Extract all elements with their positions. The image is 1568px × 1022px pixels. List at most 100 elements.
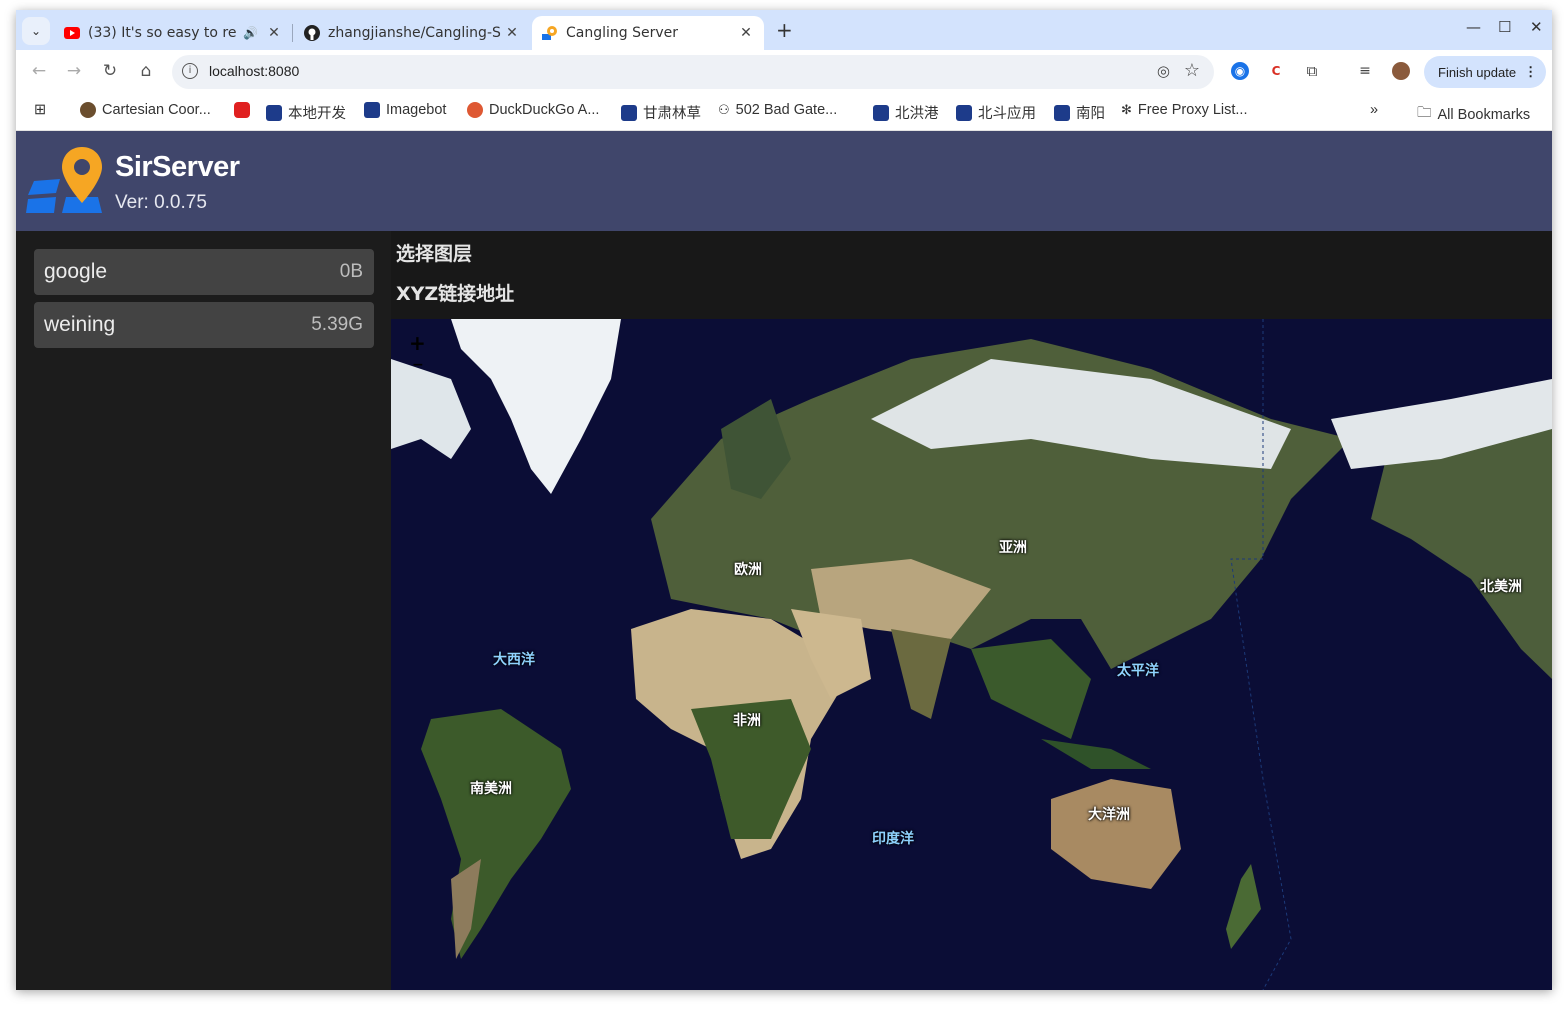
minimize-icon[interactable]: — — [1466, 18, 1481, 36]
bookmark-star-icon[interactable]: ☆ — [1184, 60, 1200, 81]
bookmark-label: 502 Bad Gate... — [735, 102, 838, 118]
bookmark-favicon — [621, 104, 637, 121]
bookmark-label: Cartesian Coor... — [102, 102, 211, 118]
layer-sidebar: google 0B weining 5.39G — [16, 231, 391, 990]
bookmark-item[interactable]: 北洪港 — [873, 102, 939, 123]
more-vert-icon: ⋮ — [1524, 64, 1538, 79]
app-root: SirServer Ver: 0.0.75 google 0B weining … — [16, 131, 1552, 990]
tab-cangling-server[interactable]: Cangling Server ✕ — [532, 16, 764, 50]
site-info-icon[interactable]: i — [182, 63, 198, 79]
map-label-south-america: 南美洲 — [470, 781, 512, 797]
leaf-icon: ✻ — [1121, 102, 1132, 117]
cangling-icon — [542, 26, 557, 40]
bookmark-label: 本地开发 — [288, 106, 346, 122]
world-map-graphic — [391, 319, 1552, 990]
extension-icon[interactable]: ◉ — [1231, 62, 1249, 80]
avatar[interactable] — [1392, 62, 1410, 80]
eye-off-icon[interactable]: ◎ — [1157, 62, 1170, 80]
address-bar[interactable]: i localhost:8080 ◎ ☆ — [172, 55, 1214, 89]
maximize-icon[interactable]: ☐ — [1498, 18, 1511, 36]
layer-item-google[interactable]: google 0B — [34, 249, 374, 295]
bookmark-favicon — [956, 104, 972, 121]
bookmark-label: DuckDuckGo A... — [489, 102, 600, 118]
app-title: SirServer — [115, 151, 240, 183]
select-layer-heading: 选择图层 — [396, 243, 473, 265]
bookmark-label: 北斗应用 — [978, 106, 1036, 122]
more-bookmarks-button[interactable]: » — [1370, 102, 1378, 118]
puzzle-icon[interactable]: ⧉ — [1303, 62, 1321, 80]
finish-update-button[interactable]: Finish update ⋮ — [1424, 56, 1546, 88]
bookmark-item[interactable]: ⚇ 502 Bad Gate... — [718, 102, 837, 118]
chevron-down-icon: ⌄ — [30, 24, 42, 38]
bookmarks-bar: ⊞ Cartesian Coor... 本地开发 Imagebot DuckDu… — [16, 94, 1552, 131]
bookmark-label: 甘肃林草 — [643, 106, 701, 122]
zoom-out-button[interactable]: − — [412, 357, 424, 373]
tab-github[interactable]: zhangjianshe/Cangling-S ✕ — [294, 16, 530, 50]
bookmark-favicon — [364, 102, 380, 118]
browser-window: ⌄ (33) It's so easy to rec 🔊 ✕ zhangjian… — [16, 10, 1552, 990]
chevron-double-right-icon: » — [1370, 102, 1379, 118]
url-text[interactable]: localhost:8080 — [209, 63, 299, 79]
media-queue-icon[interactable]: ≡ — [1356, 62, 1374, 80]
bookmark-item[interactable]: Imagebot — [364, 102, 446, 118]
zoom-in-button[interactable]: + — [409, 331, 426, 355]
home-icon[interactable]: ⌂ — [135, 61, 157, 81]
youtube-icon — [234, 102, 250, 118]
nodes-icon: ⚇ — [718, 102, 730, 117]
map-label-africa: 非洲 — [733, 713, 761, 729]
layer-item-weining[interactable]: weining 5.39G — [34, 302, 374, 348]
tab-title: (33) It's so easy to rec — [88, 25, 238, 41]
bookmark-label: 南阳 — [1076, 106, 1105, 122]
tab-search-button[interactable]: ⌄ — [22, 17, 50, 45]
logo-map-pin-icon — [26, 147, 102, 213]
bookmark-item[interactable]: Cartesian Coor... — [80, 102, 211, 118]
map-label-asia: 亚洲 — [999, 540, 1027, 556]
back-icon[interactable]: ← — [28, 61, 50, 81]
close-tab-icon[interactable]: ✕ — [736, 25, 756, 41]
browser-toolbar: ← → ↻ ⌂ i localhost:8080 ◎ ☆ ◉ C ⧉ ≡ Fin… — [16, 50, 1552, 94]
close-tab-icon[interactable]: ✕ — [502, 25, 522, 41]
finish-update-label: Finish update — [1438, 64, 1517, 80]
bookmark-item[interactable]: 北斗应用 — [956, 102, 1036, 123]
layer-name: weining — [44, 313, 116, 336]
reload-icon[interactable]: ↻ — [99, 61, 121, 81]
main-panel: 选择图层 XYZ链接地址 + − 欧洲 亚洲 北美洲 大西洋 太平洋 非洲 南美… — [391, 231, 1552, 990]
folder-icon: 🗀 — [1417, 105, 1432, 121]
bookmark-item[interactable] — [234, 102, 256, 118]
bookmark-item[interactable]: ✻ Free Proxy List... — [1121, 102, 1248, 118]
map-label-north-america: 北美洲 — [1480, 579, 1522, 595]
bookmark-item[interactable]: 本地开发 — [266, 102, 346, 123]
xyz-url-heading: XYZ链接地址 — [396, 283, 515, 305]
close-window-icon[interactable]: ✕ — [1530, 18, 1543, 36]
satellite-map[interactable]: + − 欧洲 亚洲 北美洲 大西洋 太平洋 非洲 南美洲 印度洋 大洋洲 — [391, 319, 1552, 990]
layer-size: 0B — [339, 261, 363, 282]
extension-c-icon[interactable]: C — [1267, 62, 1285, 80]
bookmark-label: Free Proxy List... — [1137, 102, 1248, 118]
tab-title: Cangling Server — [566, 25, 679, 41]
speaker-icon[interactable]: 🔊 — [243, 26, 258, 40]
youtube-icon — [64, 27, 80, 39]
map-label-oceania: 大洋洲 — [1088, 807, 1130, 823]
globe-icon — [80, 102, 96, 118]
map-label-atlantic: 大西洋 — [493, 652, 535, 668]
all-bookmarks-button[interactable]: 🗀 All Bookmarks — [1417, 102, 1530, 127]
duckduckgo-icon — [467, 102, 483, 118]
new-tab-button[interactable]: + — [776, 18, 793, 42]
layer-size: 5.39G — [311, 314, 363, 335]
github-icon — [304, 25, 320, 41]
bookmark-item[interactable]: DuckDuckGo A... — [467, 102, 599, 118]
map-label-pacific: 太平洋 — [1117, 663, 1159, 679]
tab-strip: ⌄ (33) It's so easy to rec 🔊 ✕ zhangjian… — [16, 10, 1552, 50]
layer-name: google — [44, 260, 108, 283]
forward-icon[interactable]: → — [63, 61, 85, 81]
bookmark-item[interactable]: 南阳 — [1054, 102, 1105, 123]
close-tab-icon[interactable]: ✕ — [264, 25, 284, 41]
bookmark-favicon — [266, 104, 282, 121]
bookmark-item[interactable]: 甘肃林草 — [621, 102, 701, 123]
bookmark-favicon — [873, 104, 889, 121]
apps-grid-icon[interactable]: ⊞ — [34, 102, 46, 118]
bookmark-label: All Bookmarks — [1437, 106, 1531, 123]
bookmark-label: 北洪港 — [895, 106, 939, 122]
app-header: SirServer Ver: 0.0.75 — [16, 131, 1552, 231]
tab-youtube[interactable]: (33) It's so easy to rec 🔊 ✕ — [54, 16, 292, 50]
